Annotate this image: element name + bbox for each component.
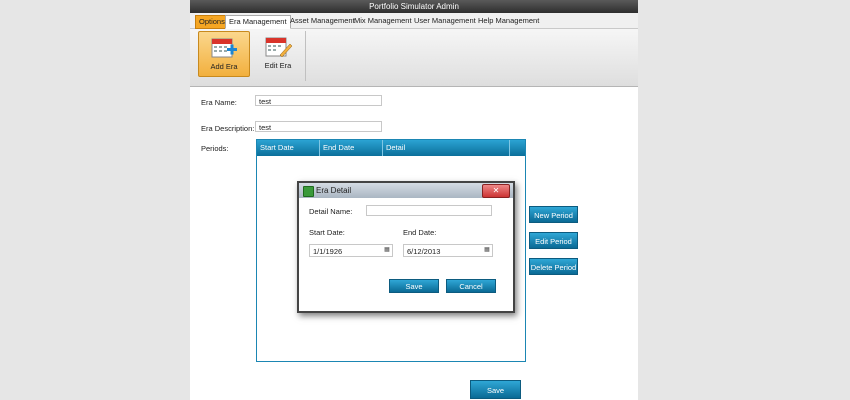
add-era-button[interactable]: Add Era (198, 31, 250, 77)
start-date-value: 1/1/1926 (313, 247, 343, 256)
start-date-picker[interactable]: 1/1/1926 ▦ (309, 244, 393, 257)
calendar-icon[interactable]: ▦ (483, 247, 491, 254)
periods-grid-header: Start Date End Date Detail (257, 140, 525, 156)
tab-asset-management[interactable]: Asset Management (287, 15, 358, 27)
end-date-picker[interactable]: 6/12/2013 ▦ (403, 244, 493, 257)
dialog-cancel-button[interactable]: Cancel (446, 279, 496, 293)
close-icon[interactable]: ✕ (482, 184, 510, 198)
era-description-field[interactable]: test (255, 121, 382, 132)
edit-era-button[interactable]: Edit Era (253, 31, 303, 75)
calendar-edit-icon (265, 37, 293, 58)
calendar-icon[interactable]: ▦ (383, 247, 391, 254)
calendar-add-icon (211, 38, 237, 58)
tab-mix-management[interactable]: Mix Management (351, 15, 415, 27)
ribbon-group-era: Add Era Edit Era (195, 31, 306, 81)
column-end-date[interactable]: End Date (320, 140, 383, 156)
tab-user-management[interactable]: User Management (411, 15, 479, 27)
dialog-titlebar: Era Detail ✕ (299, 183, 513, 198)
ribbon: Add Era Edit Era (190, 29, 638, 87)
dialog-save-button[interactable]: Save (389, 279, 439, 293)
era-detail-dialog: Era Detail ✕ Detail Name: Start Date: 1/… (297, 181, 515, 313)
detail-name-field[interactable] (366, 205, 492, 216)
era-description-label: Era Description: (201, 124, 255, 133)
periods-label: Periods: (201, 144, 229, 153)
window-title: Portfolio Simulator Admin (190, 0, 638, 13)
edit-era-label: Edit Era (264, 61, 292, 70)
era-name-label: Era Name: (201, 98, 237, 107)
new-period-button[interactable]: New Period (529, 206, 578, 223)
edit-period-button[interactable]: Edit Period (529, 232, 578, 249)
tab-options[interactable]: Options (195, 15, 229, 29)
column-detail[interactable]: Detail (383, 140, 510, 156)
add-era-label: Add Era (210, 62, 238, 71)
start-date-label: Start Date: (309, 228, 345, 237)
save-button[interactable]: Save (470, 380, 521, 399)
end-date-label: End Date: (403, 228, 437, 237)
tab-help-management[interactable]: Help Management (475, 15, 542, 27)
tab-era-management[interactable]: Era Management (225, 15, 291, 29)
column-start-date[interactable]: Start Date (257, 140, 320, 156)
delete-period-button[interactable]: Delete Period (529, 258, 578, 275)
era-name-field[interactable]: test (255, 95, 382, 106)
app-icon (303, 186, 314, 197)
tab-bar: Options Era Management Asset Management … (190, 13, 638, 29)
dialog-title: Era Detail (316, 186, 352, 195)
detail-name-label: Detail Name: (309, 207, 353, 216)
end-date-value: 6/12/2013 (407, 247, 441, 256)
